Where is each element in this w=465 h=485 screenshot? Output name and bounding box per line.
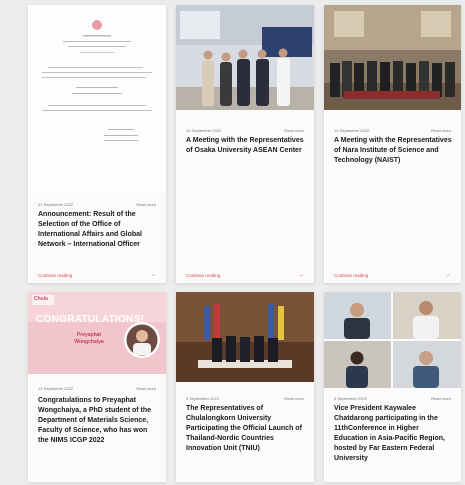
doc-line: [76, 87, 118, 88]
university-seal: [92, 20, 102, 30]
post-date: 9 September 2022: [186, 396, 219, 401]
read-more-link[interactable]: Read more: [431, 396, 451, 401]
doc-line: [68, 46, 126, 47]
card-meta: 14 September 2022 Read more: [334, 128, 451, 133]
banner-name: Preyaphat Wongchaiya: [74, 332, 104, 345]
doc-line: [48, 67, 143, 68]
post-date: 21 September 2022: [38, 202, 74, 207]
continue-reading-link[interactable]: Continue reading →: [334, 272, 451, 278]
card-meta: 14 September 2022 Read more: [186, 128, 304, 133]
card-meta: 9 September 2022 Read more: [334, 396, 451, 401]
read-more-link[interactable]: Read more: [136, 386, 156, 391]
doc-line: [42, 110, 152, 111]
continue-reading-link[interactable]: Continue reading →: [38, 272, 156, 278]
document-preview: [42, 20, 152, 141]
doc-line: [83, 35, 111, 37]
tniu-launch-photo: [176, 292, 314, 382]
video-conference-screenshot: [324, 292, 461, 388]
post-title[interactable]: A Meeting with the Representatives of Os…: [186, 136, 306, 156]
card-meta: 9 September 2022 Read more: [186, 396, 304, 401]
continue-reading-label[interactable]: Continue reading: [38, 273, 72, 278]
post-title[interactable]: Congratulations to Preyaphat Wongchaiya,…: [38, 396, 158, 446]
read-more-link[interactable]: Read more: [431, 128, 451, 133]
continue-reading-label[interactable]: Continue reading: [334, 273, 368, 278]
continue-reading-label[interactable]: Continue reading: [186, 273, 220, 278]
doc-line: [108, 129, 134, 130]
doc-line: [48, 105, 146, 106]
doc-line: [80, 52, 114, 53]
chula-logo-text: Chula: [34, 296, 48, 302]
post-title[interactable]: The Representatives of Chulalongkorn Uni…: [186, 404, 306, 454]
news-card[interactable]: Chula CONGRATULATIONS! Preyaphat Wongcha…: [28, 292, 166, 482]
doc-line: [63, 41, 131, 42]
announcement-document-image: [28, 5, 166, 191]
news-card[interactable]: 21 September 2022 Read more Announcement…: [28, 5, 166, 283]
read-more-link[interactable]: Read more: [284, 396, 304, 401]
continue-reading-link[interactable]: Continue reading →: [186, 272, 304, 278]
read-more-link[interactable]: Read more: [136, 202, 156, 207]
arrow-right-icon[interactable]: →: [150, 272, 156, 278]
post-title[interactable]: Vice President Kaywalee Chatdarong parti…: [334, 404, 453, 464]
arrow-right-icon[interactable]: →: [298, 272, 304, 278]
post-date: 14 September 2022: [334, 128, 370, 133]
card-meta: 21 September 2022 Read more: [38, 202, 156, 207]
arrow-right-icon[interactable]: →: [445, 272, 451, 278]
news-card[interactable]: 14 September 2022 Read more A Meeting wi…: [176, 5, 314, 283]
naist-meeting-photo: [324, 5, 461, 110]
conference-grid: [324, 292, 461, 388]
doc-line: [104, 135, 138, 136]
group-photo: [324, 5, 461, 110]
post-title[interactable]: A Meeting with the Representatives of Na…: [334, 136, 453, 166]
doc-line: [42, 72, 152, 73]
banner-heading: CONGRATULATIONS!: [36, 314, 145, 325]
post-date: 9 September 2022: [334, 396, 367, 401]
signing-photo: [176, 292, 314, 382]
doc-line: [42, 77, 146, 78]
news-card[interactable]: 9 September 2022 Read more Vice Presiden…: [324, 292, 461, 482]
group-photo: [176, 5, 314, 110]
read-more-link[interactable]: Read more: [284, 128, 304, 133]
doc-line: [104, 140, 138, 141]
news-card[interactable]: 9 September 2022 Read more The Represent…: [176, 292, 314, 482]
post-date: 14 September 2022: [186, 128, 222, 133]
congratulations-banner: Chula CONGRATULATIONS! Preyaphat Wongcha…: [28, 292, 166, 374]
post-title[interactable]: Announcement: Result of the Selection of…: [38, 210, 158, 250]
news-card[interactable]: 14 September 2022 Read more A Meeting wi…: [324, 5, 461, 283]
post-date: 13 September 2022: [38, 386, 74, 391]
card-meta: 13 September 2022 Read more: [38, 386, 156, 391]
doc-line: [72, 93, 122, 94]
osaka-meeting-photo: [176, 5, 314, 110]
